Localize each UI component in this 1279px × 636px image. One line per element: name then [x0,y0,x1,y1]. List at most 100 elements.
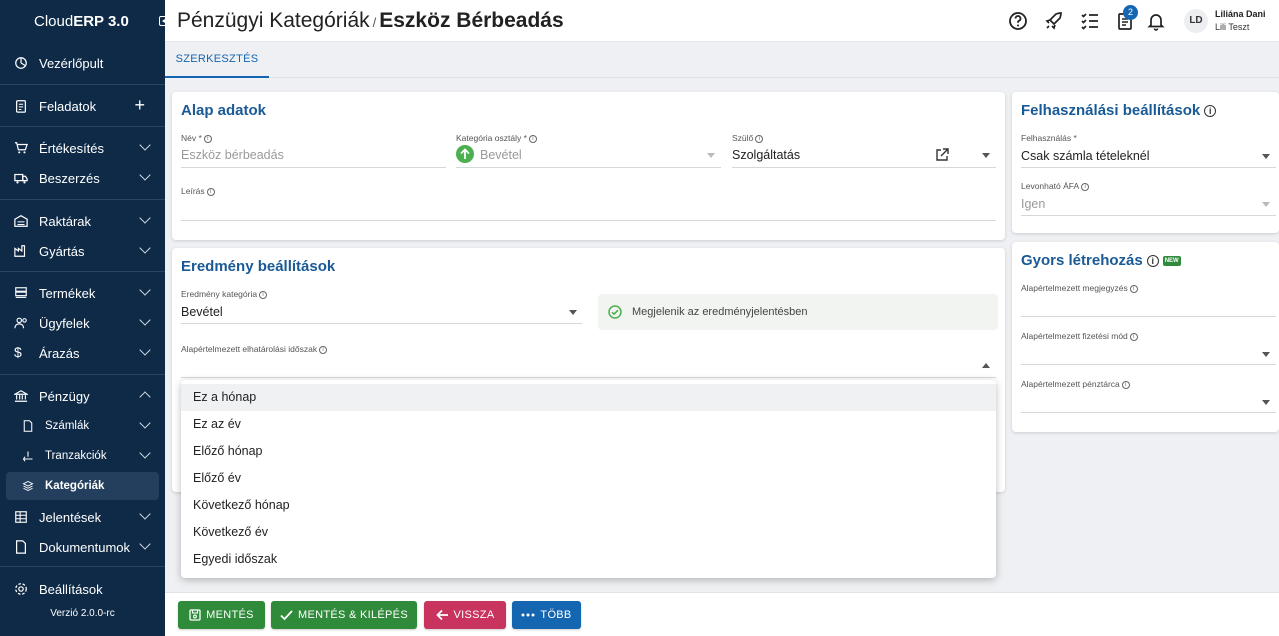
sidebar-item-invoices[interactable]: Számlák [6,412,159,440]
sidebar-item-purchasing[interactable]: Beszerzés [6,164,159,192]
new-badge: NEW [1162,256,1181,267]
sidebar-item-settings[interactable]: Beállítások [6,575,159,603]
period-field[interactable] [181,377,996,378]
usage-label: Felhasználás * [1021,133,1077,143]
info-icon: i [528,134,537,143]
info-icon: i [319,345,328,354]
category-class-field[interactable]: Bevétel [480,148,522,162]
period-option[interactable]: Egyedi időszak [181,546,996,573]
caret-up-icon[interactable] [982,363,990,368]
default-note-label: Alapértelmezett megjegyzés i [1021,283,1138,293]
sidebar-item-documents[interactable]: Dokumentumok [6,533,159,561]
sidebar-item-finance[interactable]: Pénzügy [6,382,159,410]
chevron-down-icon [139,242,151,254]
sidebar-item-transactions[interactable]: Tranzakciók [6,442,159,470]
caret-down-icon[interactable] [1262,154,1270,159]
quick-create-card: Gyors létrehozás i NEW Alapértelmezett meg… [1012,242,1279,432]
tab-edit[interactable]: SZERKESZTÉS [165,42,269,78]
info-icon: i [1204,105,1217,118]
cart-icon [14,142,28,154]
file-icon [16,540,26,554]
check-icon [280,610,293,621]
sidebar-item-manufacturing[interactable]: Gyártás [6,237,159,265]
default-wallet-field[interactable] [1021,412,1276,413]
vat-label: Levonható ÁFA i [1021,181,1090,191]
sidebar-item-customers[interactable]: Ügyfelek [6,309,159,337]
period-option[interactable]: Következő év [181,519,996,546]
category-class-label: Kategória osztály * i [456,133,537,143]
usage-field[interactable]: Csak számla tételeknél [1021,149,1150,163]
app-version: Verzió 2.0.0-rc [50,608,115,619]
default-note-field[interactable] [1021,316,1276,317]
rocket-icon[interactable] [1044,11,1064,31]
app-name-regular: Cloud [34,12,74,30]
checklist-icon[interactable] [1080,11,1100,31]
sidebar-item-warehouses[interactable]: Raktárak [6,207,159,235]
basic-data-title: Alap adatok [181,102,267,119]
chevron-down-icon [139,508,151,520]
result-category-label: Eredmény kategória i [181,289,268,299]
caret-down-icon[interactable] [1262,400,1270,405]
app-logo: Cloud ERP 3.0 [0,0,165,42]
avatar[interactable]: LD [1184,9,1208,33]
sidebar: Cloud ERP 3.0 Vezérlőpult Feladatok + Ért… [0,0,165,636]
chevron-up-icon [139,391,151,403]
period-option[interactable]: Előző év [181,465,996,492]
name-field[interactable]: Eszköz bérbeadás [181,148,284,162]
period-option[interactable]: Következő hónap [181,492,996,519]
clipboard-icon [16,100,26,113]
tab-divider [165,77,1279,78]
caret-down-icon[interactable] [569,310,577,315]
boxes-icon [15,287,27,298]
page-title-text: Eszköz Bérbeadás [379,9,564,32]
parent-field[interactable]: Szolgáltatás [732,148,800,162]
truck-icon [14,173,28,184]
warehouse-icon [14,215,28,227]
name-label: Név * i [181,133,212,143]
report-visibility-text: Megjelenik az eredményjelentésben [632,306,808,318]
result-settings-title: Eredmény beállítások [181,258,336,275]
user-name: Liliána Dani [1215,9,1266,19]
quick-create-title: Gyors létrehozás i NEW [1021,252,1181,269]
basic-data-card: Alap adatok Név * i Eszköz bérbeadás Kate… [172,92,1005,240]
period-option[interactable]: Előző hónap [181,438,996,465]
period-label: Alapértelmezett elhatárolási időszak i [181,344,328,354]
open-external-icon[interactable] [935,148,949,162]
sidebar-item-reports[interactable]: Jelentések [6,503,159,531]
caret-down-icon [1262,202,1270,207]
chevron-down-icon [139,417,151,429]
sidebar-item-categories[interactable]: Kategóriák [6,472,159,500]
breadcrumb[interactable]: Pénzügyi Kategóriák [177,9,370,32]
chevron-down-icon [139,139,151,151]
sidebar-item-dashboard[interactable]: Vezérlőpult [6,49,159,77]
arrow-left-icon [435,609,448,621]
caret-down-icon[interactable] [982,153,990,158]
chevron-down-icon [139,447,151,459]
add-task-icon[interactable]: + [134,95,145,116]
description-field[interactable] [181,220,996,221]
bell-icon[interactable] [1146,11,1166,31]
usage-settings-title: Felhasználási beállítások i [1021,102,1217,119]
page-title: Pénzügyi Kategóriák / Eszköz Bérbeadás [177,9,564,33]
back-button[interactable]: VISSZA [424,601,506,629]
default-payment-field[interactable] [1021,364,1276,365]
sidebar-item-pricing[interactable]: $ Árazás [6,339,159,367]
layers-icon [22,480,34,492]
period-option[interactable]: Ez az év [181,411,996,438]
save-and-exit-button[interactable]: MENTÉS & KILÉPÉS [271,601,417,629]
info-icon: i [203,134,212,143]
save-button[interactable]: MENTÉS [178,601,265,629]
sidebar-item-products[interactable]: Termékek [6,279,159,307]
sidebar-item-sales[interactable]: Értékesítés [6,134,159,162]
help-icon[interactable] [1008,11,1028,31]
result-category-field[interactable]: Bevétel [181,305,223,319]
period-option[interactable]: Ez a hónap [181,384,996,411]
more-button[interactable]: TÖBB [512,601,581,629]
caret-down-icon [707,153,715,158]
info-icon: i [206,187,215,196]
more-dots-icon [521,613,535,617]
users-icon [14,317,27,329]
vat-field[interactable]: Igen [1021,197,1045,211]
caret-down-icon[interactable] [1262,352,1270,357]
sidebar-item-tasks[interactable]: Feladatok + [6,92,159,120]
